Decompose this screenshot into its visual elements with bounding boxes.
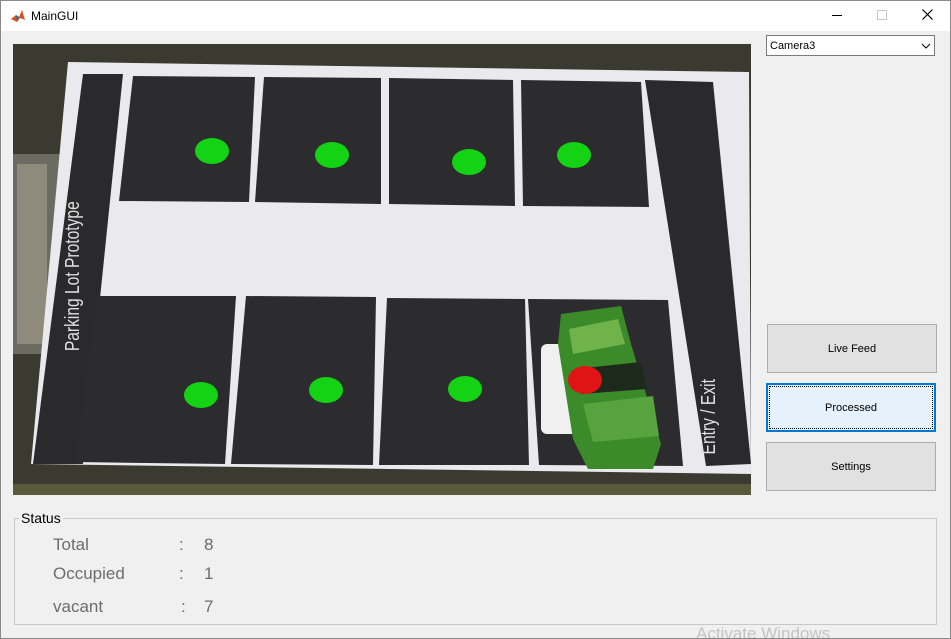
maximize-icon bbox=[877, 7, 887, 25]
parking-slot bbox=[389, 78, 515, 206]
parking-slot bbox=[521, 80, 649, 207]
matlab-icon bbox=[10, 8, 26, 24]
camera-select[interactable]: Camera3 bbox=[766, 35, 935, 56]
live-feed-button[interactable]: Live Feed bbox=[767, 324, 937, 373]
vacant-label: vacant bbox=[53, 597, 104, 616]
activate-windows-watermark: Activate Windows bbox=[696, 624, 831, 639]
total-label: Total bbox=[53, 535, 89, 554]
parking-slot bbox=[255, 77, 381, 204]
vacant-marker bbox=[448, 376, 482, 402]
board-label-left: Parking Lot Prototype bbox=[61, 201, 83, 351]
vacant-value: 7 bbox=[204, 597, 214, 616]
processed-button[interactable]: Processed bbox=[766, 383, 936, 432]
chevron-down-icon bbox=[917, 36, 934, 55]
status-title: Status bbox=[19, 510, 63, 526]
settings-button[interactable]: Settings bbox=[766, 442, 936, 491]
occupied-colon: : bbox=[179, 564, 184, 583]
close-button[interactable] bbox=[904, 1, 950, 31]
status-panel: Status Total : 8 Occupied : 1 vacant : 7 bbox=[14, 510, 937, 625]
parking-slot bbox=[119, 76, 255, 202]
occupied-label: Occupied bbox=[53, 564, 125, 583]
total-value: 8 bbox=[204, 535, 214, 554]
vacant-marker bbox=[195, 138, 229, 164]
main-window: MainGUI Parking Lot Prototype Entry / Ex… bbox=[0, 0, 951, 639]
vacant-marker bbox=[452, 149, 486, 175]
minimize-icon bbox=[832, 7, 842, 25]
maximize-button[interactable] bbox=[859, 1, 905, 31]
vacant-colon: : bbox=[181, 597, 186, 616]
vacant-marker bbox=[315, 142, 349, 168]
total-colon: : bbox=[179, 535, 184, 554]
parking-slot bbox=[231, 296, 376, 465]
board-label-right: Entry / Exit bbox=[697, 379, 719, 454]
vacant-marker bbox=[184, 382, 218, 408]
close-icon bbox=[921, 7, 933, 25]
minimize-button[interactable] bbox=[814, 1, 860, 31]
window-title: MainGUI bbox=[31, 9, 79, 23]
camera-view: Parking Lot Prototype Entry / Exit bbox=[13, 44, 751, 495]
occupied-value: 1 bbox=[204, 564, 214, 583]
vacant-marker bbox=[557, 142, 591, 168]
parking-slot bbox=[75, 296, 236, 464]
title-bar: MainGUI bbox=[1, 1, 950, 31]
camera-select-value: Camera3 bbox=[770, 40, 816, 52]
vacant-marker bbox=[309, 377, 343, 403]
occupied-marker bbox=[568, 366, 602, 394]
